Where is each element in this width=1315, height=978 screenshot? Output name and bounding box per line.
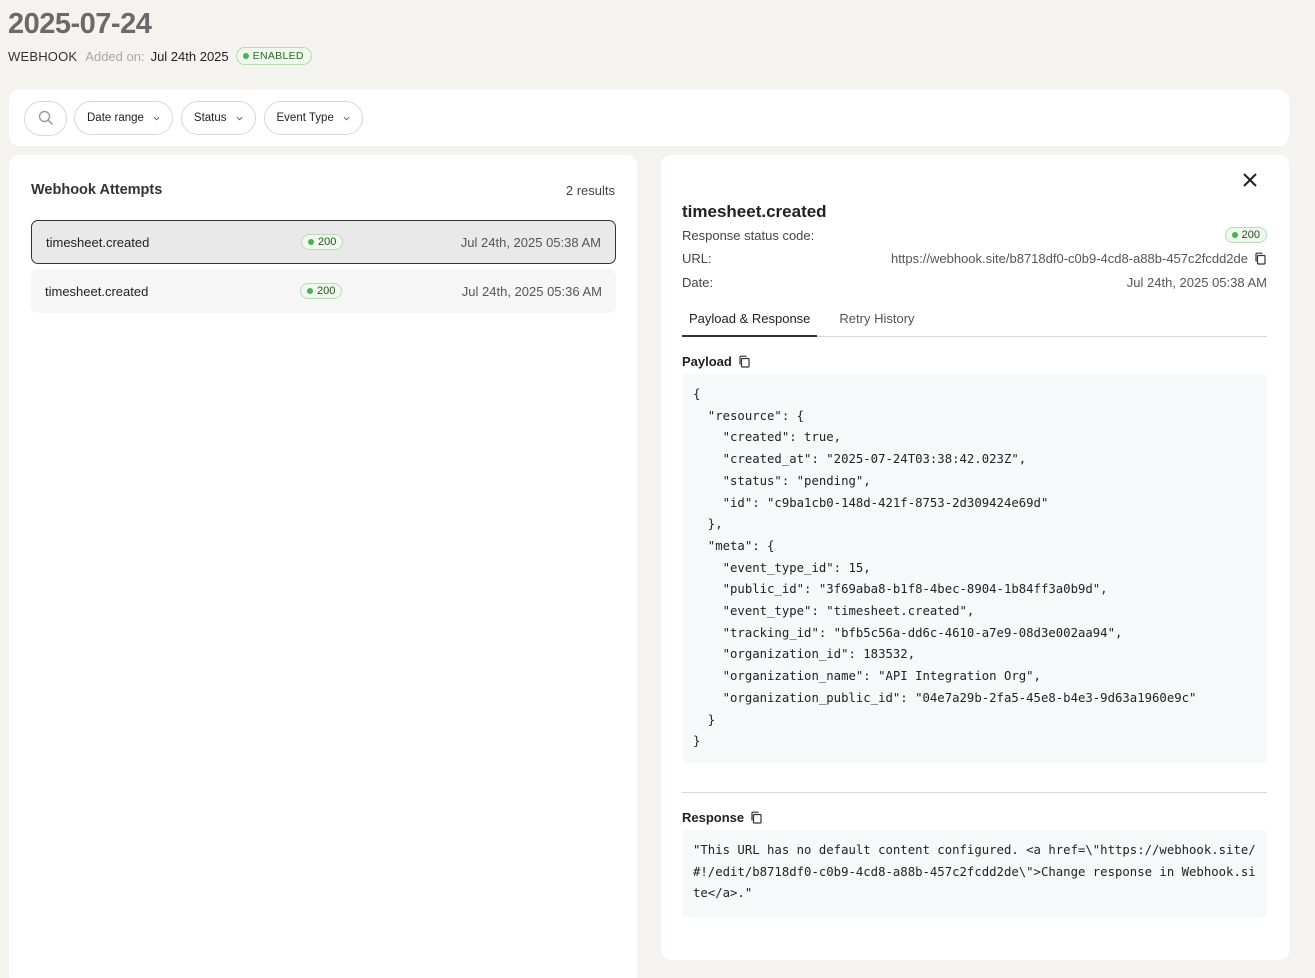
status-code-row: Response status code: 200 bbox=[682, 227, 1267, 243]
attempts-title: Webhook Attempts bbox=[31, 182, 163, 198]
url-value: https://webhook.site/b8718df0-c0b9-4cd8-… bbox=[891, 251, 1267, 266]
payload-code-block: { "resource": { "created": true, "create… bbox=[682, 374, 1267, 763]
attempts-panel: Webhook Attempts 2 results timesheet.cre… bbox=[9, 155, 637, 978]
detail-tabs: Payload & Response Retry History bbox=[682, 307, 1267, 337]
status-code-label: Response status code: bbox=[682, 227, 815, 243]
search-button[interactable] bbox=[24, 100, 67, 136]
date-label: Date: bbox=[682, 275, 714, 290]
attempt-row[interactable]: timesheet.created 200 Jul 24th, 2025 05:… bbox=[31, 269, 616, 313]
status-badge: ENABLED bbox=[235, 47, 312, 65]
status-code: 200 bbox=[1241, 229, 1260, 241]
added-on-label: Added on: bbox=[85, 48, 145, 64]
response-code-block: "This URL has no default content configu… bbox=[682, 830, 1267, 917]
status-badge-label: ENABLED bbox=[252, 50, 304, 62]
status-dot-icon bbox=[307, 288, 313, 294]
added-on-value: Jul 24th 2025 bbox=[150, 48, 229, 64]
page-title: 2025-07-24 bbox=[8, 8, 152, 40]
tab-retry-history[interactable]: Retry History bbox=[832, 307, 921, 337]
payload-label-text: Payload bbox=[682, 354, 732, 369]
results-count: 2 results bbox=[565, 182, 615, 198]
status-filter-label: Status bbox=[193, 112, 227, 124]
date-row: Date: Jul 24th, 2025 05:38 AM bbox=[682, 275, 1267, 290]
webhook-type: WEBHOOK bbox=[8, 48, 78, 64]
close-icon[interactable] bbox=[1241, 171, 1259, 189]
response-label: Response bbox=[682, 810, 763, 825]
status-code-badge: 200 bbox=[1224, 227, 1267, 243]
chevron-down-icon bbox=[153, 116, 160, 120]
copy-icon[interactable] bbox=[1254, 252, 1267, 265]
payload-label: Payload bbox=[682, 354, 751, 369]
detail-title: timesheet.created bbox=[682, 202, 827, 221]
status-filter[interactable]: Status bbox=[180, 101, 256, 135]
chevron-down-icon bbox=[236, 116, 242, 120]
attempt-date: Jul 24th, 2025 05:38 AM bbox=[460, 234, 601, 250]
date-range-filter-label: Date range bbox=[87, 112, 144, 124]
attempt-event: timesheet.created bbox=[45, 283, 149, 299]
status-code-badge: 200 bbox=[301, 234, 344, 250]
status-dot-icon bbox=[242, 53, 249, 59]
copy-icon[interactable] bbox=[738, 355, 751, 368]
attempt-row[interactable]: timesheet.created 200 Jul 24th, 2025 05:… bbox=[31, 220, 616, 264]
filter-bar: Date range Status Event Type bbox=[9, 90, 1289, 146]
tab-payload-response[interactable]: Payload & Response bbox=[682, 307, 818, 337]
status-dot-icon bbox=[1231, 232, 1238, 238]
url-label: URL: bbox=[682, 251, 712, 266]
date-value: Jul 24th, 2025 05:38 AM bbox=[1126, 275, 1267, 290]
attempt-detail-panel: timesheet.created Response status code: … bbox=[661, 155, 1289, 960]
date-range-filter[interactable]: Date range bbox=[74, 101, 173, 135]
attempt-event: timesheet.created bbox=[46, 234, 150, 250]
event-type-filter[interactable]: Event Type bbox=[263, 101, 363, 135]
status-code-badge: 200 bbox=[300, 283, 343, 299]
status-code: 200 bbox=[318, 236, 337, 248]
search-icon bbox=[38, 110, 53, 126]
url-text: https://webhook.site/b8718df0-c0b9-4cd8-… bbox=[890, 251, 1248, 266]
status-dot-icon bbox=[308, 239, 314, 245]
status-code: 200 bbox=[317, 285, 336, 297]
response-label-text: Response bbox=[682, 810, 745, 825]
chevron-down-icon bbox=[343, 116, 350, 120]
attempt-date: Jul 24th, 2025 05:36 AM bbox=[461, 283, 602, 299]
page-header: 2025-07-24 WEBHOOK Added on: Jul 24th 20… bbox=[8, 4, 312, 65]
event-type-filter-label: Event Type bbox=[276, 112, 334, 124]
section-divider bbox=[682, 792, 1267, 793]
webhook-meta: WEBHOOK Added on: Jul 24th 2025 ENABLED bbox=[8, 47, 312, 65]
copy-icon[interactable] bbox=[750, 811, 763, 824]
url-row: URL: https://webhook.site/b8718df0-c0b9-… bbox=[682, 251, 1267, 266]
status-code-value: 200 bbox=[1224, 227, 1267, 243]
attempts-header: Webhook Attempts 2 results bbox=[31, 182, 615, 198]
